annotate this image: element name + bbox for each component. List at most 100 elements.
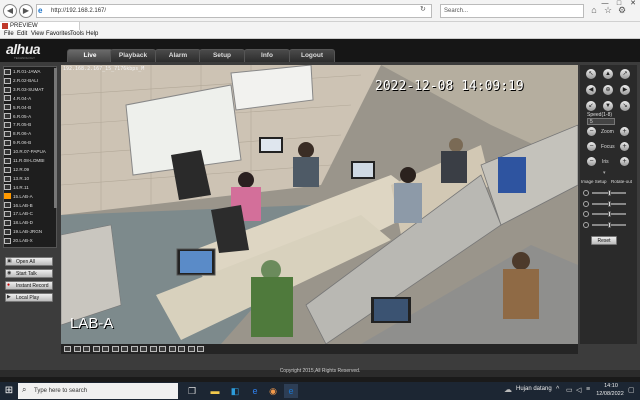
network-icon[interactable]: ▭ [566, 386, 573, 394]
view-layout-icon[interactable] [64, 346, 71, 352]
view-layout-icon[interactable] [159, 346, 166, 352]
volume-icon[interactable]: ◁ [576, 386, 581, 394]
ptz-up-icon[interactable]: ▲ [603, 69, 613, 79]
zoom-out-icon[interactable]: − [587, 127, 596, 136]
forward-button[interactable]: ▶ [19, 4, 33, 18]
channel-item[interactable]: 4.R.04-A [4, 95, 54, 103]
ptz-up-right-icon[interactable]: ↗ [620, 69, 630, 79]
tab-playback[interactable]: Playback [110, 49, 156, 62]
live-video-feed[interactable] [61, 65, 578, 344]
chrome-icon[interactable]: ◉ [266, 384, 280, 398]
taskbar-search-input[interactable]: Type here to search [18, 383, 178, 399]
rotate-tab[interactable]: Rotate-out [611, 179, 632, 184]
brightness-slider-knob[interactable] [607, 190, 611, 196]
file-explorer-icon[interactable]: ▬ [208, 384, 222, 398]
search-input[interactable]: Search... [440, 4, 584, 18]
view-layout-icon[interactable] [140, 346, 147, 352]
start-talk-button[interactable]: Start Talk [5, 269, 53, 278]
ptz-left-icon[interactable]: ◀ [586, 85, 596, 95]
minimize-button[interactable]: — [598, 0, 612, 8]
view-layout-icon[interactable] [197, 346, 204, 352]
channel-item[interactable]: 1.R.01-JAWA [4, 68, 54, 76]
tab-setup[interactable]: Setup [199, 49, 245, 62]
speed-select[interactable]: 5 [587, 118, 615, 125]
channel-item[interactable]: 10.R.07-PAPUA [4, 148, 54, 156]
menu-favorites[interactable]: Favorites [46, 30, 71, 39]
iris-close-icon[interactable]: − [587, 157, 596, 166]
open-all-button[interactable]: Open All [5, 257, 53, 266]
iris-open-icon[interactable]: + [620, 157, 629, 166]
ptz-center-icon[interactable]: ⊕ [603, 85, 613, 95]
notification-icon[interactable]: ▢ [628, 386, 635, 394]
channel-item[interactable]: 13.R.10 [4, 175, 54, 183]
channel-item[interactable]: 7.R.05-B [4, 121, 54, 129]
clock-time[interactable]: 14:10 [600, 383, 622, 389]
tab-info[interactable]: Info [244, 49, 290, 62]
close-button[interactable]: ✕ [626, 0, 640, 8]
tab-logout[interactable]: Logout [289, 49, 335, 62]
channel-item[interactable]: 14.R.11 [4, 184, 54, 192]
windows-start-icon[interactable]: ⊞ [2, 383, 16, 398]
instant-record-button[interactable]: Instant Record [5, 281, 53, 290]
back-button[interactable]: ◀ [3, 4, 17, 18]
channel-item[interactable]: 5.R.04-B [4, 104, 54, 112]
channel-item[interactable]: 9.R.06-B [4, 139, 54, 147]
channel-item[interactable]: 17.LAB-C [4, 210, 54, 218]
ptz-right-icon[interactable]: ▶ [620, 85, 630, 95]
task-view-icon[interactable]: ❐ [185, 384, 199, 398]
channel-scrollbar[interactable] [54, 68, 57, 208]
view-layout-icon[interactable] [121, 346, 128, 352]
panel-collapse-icon[interactable]: ▾ [603, 170, 606, 176]
saturation-slider-knob[interactable] [607, 211, 611, 217]
channel-item[interactable]: 6.R.05-A [4, 113, 54, 121]
ptz-down-right-icon[interactable]: ↘ [620, 101, 630, 111]
edge-icon[interactable]: e [248, 384, 262, 398]
clock-date[interactable]: 12/08/2022 [596, 391, 624, 397]
address-bar[interactable]: http://192.168.2.167/ [36, 4, 432, 18]
view-layout-icon[interactable] [149, 346, 157, 352]
channel-item[interactable]: 11.R.08-LOMBI [4, 157, 54, 165]
tray-chevron-icon[interactable]: ^ [556, 386, 559, 393]
reset-button[interactable]: Reset [591, 236, 617, 245]
tab-live[interactable]: Live [67, 49, 113, 62]
channel-item[interactable]: 2.R.02-BALI [4, 77, 54, 85]
view-layout-icon[interactable] [83, 346, 90, 352]
view-layout-icon[interactable] [168, 346, 176, 352]
maximize-button[interactable]: □ [612, 0, 626, 8]
store-icon[interactable]: ◧ [228, 384, 242, 398]
contrast-slider-knob[interactable] [607, 200, 611, 207]
menu-edit[interactable]: Edit [17, 30, 27, 39]
view-layout-icon[interactable] [130, 346, 138, 352]
channel-item[interactable]: 15.LAB-A [4, 193, 54, 201]
focus-in-icon[interactable]: + [620, 142, 629, 151]
focus-out-icon[interactable]: − [587, 142, 596, 151]
ptz-down-icon[interactable]: ▼ [603, 101, 613, 111]
channel-item[interactable]: 19.LAB-JRGN [4, 228, 54, 236]
ptz-down-left-icon[interactable]: ↙ [586, 101, 596, 111]
channel-item[interactable]: 18.LAB-D [4, 219, 54, 227]
view-layout-icon[interactable] [187, 346, 195, 352]
channel-item[interactable]: 3.R.03-SUMAT [4, 86, 54, 94]
local-play-button[interactable]: Local Play [5, 293, 53, 302]
tab-alarm[interactable]: Alarm [155, 49, 201, 62]
channel-item[interactable]: 16.LAB-B [4, 202, 54, 210]
menu-view[interactable]: View [31, 30, 44, 39]
menu-help[interactable]: Help [86, 30, 98, 39]
hue-slider-knob[interactable] [607, 221, 611, 228]
view-layout-icon[interactable] [92, 346, 100, 352]
view-layout-icon[interactable] [73, 346, 81, 352]
zoom-in-icon[interactable]: + [620, 127, 629, 136]
menu-tools[interactable]: Tools [70, 30, 84, 39]
ie-taskbar-icon[interactable]: e [284, 384, 298, 398]
image-setup-tab[interactable]: Image Setup [581, 179, 607, 184]
channel-item[interactable]: 12.R.09 [4, 166, 54, 174]
channel-item[interactable]: 20.LAB-X [4, 237, 54, 245]
ptz-up-left-icon[interactable]: ↖ [586, 69, 596, 79]
weather-text[interactable]: Hujan datang [516, 386, 552, 392]
language-icon[interactable]: ≡ [586, 386, 590, 393]
browser-tab[interactable]: PREVIEW [0, 22, 80, 30]
channel-item[interactable]: 8.R.06-A [4, 130, 54, 138]
menu-file[interactable]: File [4, 30, 14, 39]
view-layout-icon[interactable] [178, 346, 185, 352]
view-layout-icon[interactable] [111, 346, 119, 352]
